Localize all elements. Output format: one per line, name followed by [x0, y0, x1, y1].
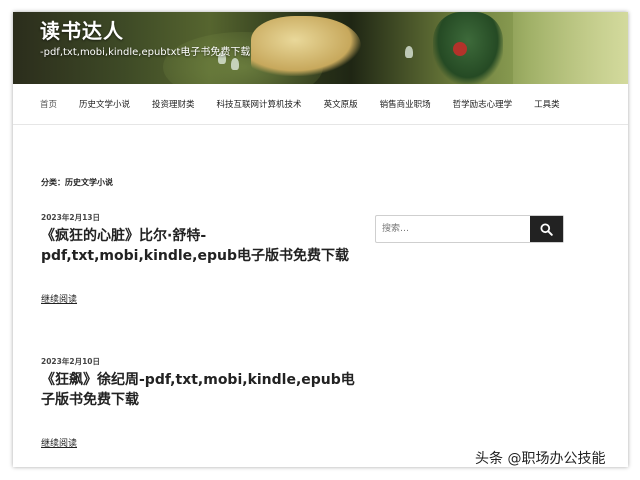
main-navigation: 首页 历史文学小说 投资理财类 科技互联网计算机技术 英文原版 销售商业职场 哲… — [13, 84, 628, 125]
nav-item-philosophy[interactable]: 哲学励志心理学 — [453, 98, 513, 110]
banner-art-horse — [251, 16, 361, 76]
nav-item-tools[interactable]: 工具类 — [534, 98, 560, 110]
banner-art-spirit — [405, 46, 413, 58]
post-title[interactable]: 《疯狂的心脏》比尔·舒特-pdf,txt,mobi,kindle,epub电子版… — [41, 226, 361, 266]
page-frame: 读书达人 -pdf,txt,mobi,kindle,epubtxt电子书免费下载… — [13, 12, 628, 467]
post-item: 2023年2月10日 《狂飙》徐纪周-pdf,txt,mobi,kindle,e… — [41, 356, 361, 450]
nav-item-business[interactable]: 销售商业职场 — [380, 98, 431, 110]
search-form — [375, 215, 564, 243]
watermark: 头条 @职场办公技能 — [475, 451, 606, 467]
site-description: -pdf,txt,mobi,kindle,epubtxt电子书免费下载 — [40, 47, 251, 58]
site-title[interactable]: 读书达人 — [40, 15, 124, 44]
header-banner: 读书达人 -pdf,txt,mobi,kindle,epubtxt电子书免费下载 — [13, 12, 628, 84]
read-more-link[interactable]: 继续阅读 — [41, 292, 77, 305]
nav-item-home[interactable]: 首页 — [40, 98, 57, 110]
search-button[interactable] — [530, 216, 563, 242]
banner-art-light — [513, 12, 628, 84]
post-date[interactable]: 2023年2月13日 — [41, 212, 361, 223]
nav-item-technology[interactable]: 科技互联网计算机技术 — [217, 98, 302, 110]
archive-title: 分类：历史文学小说 — [41, 178, 113, 187]
read-more-link[interactable]: 继续阅读 — [41, 436, 77, 449]
nav-item-history-literature[interactable]: 历史文学小说 — [79, 98, 130, 110]
nav-item-investment[interactable]: 投资理财类 — [152, 98, 195, 110]
post-title[interactable]: 《狂飙》徐纪周-pdf,txt,mobi,kindle,epub电子版书免费下载 — [41, 370, 361, 410]
search-input[interactable] — [376, 216, 530, 242]
banner-art-flag — [453, 42, 467, 56]
post-date[interactable]: 2023年2月10日 — [41, 356, 361, 367]
banner-art-spirit — [231, 58, 239, 70]
post-item: 2023年2月13日 《疯狂的心脏》比尔·舒特-pdf,txt,mobi,kin… — [41, 212, 361, 306]
search-icon — [540, 222, 553, 236]
banner-art-figure — [433, 12, 503, 84]
nav-item-english[interactable]: 英文原版 — [324, 98, 358, 110]
